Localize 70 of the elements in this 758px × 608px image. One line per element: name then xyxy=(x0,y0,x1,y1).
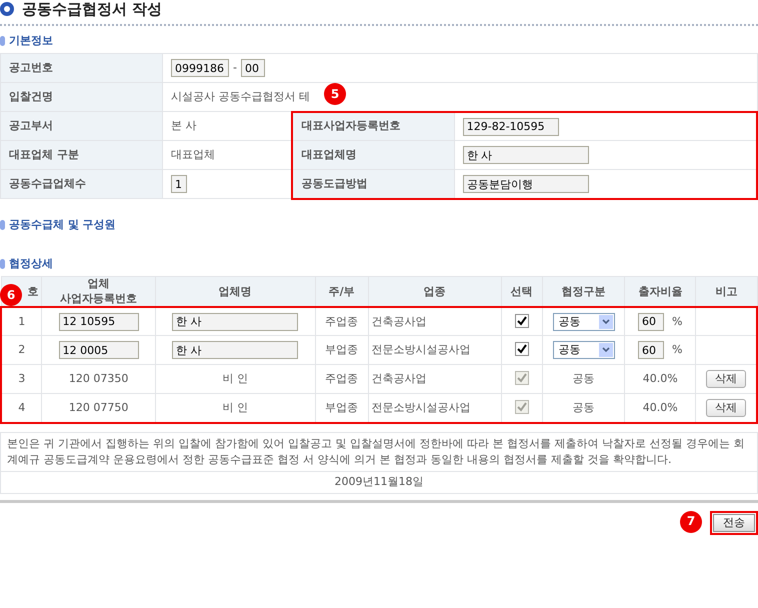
column-header: 업체 사업자등록번호 xyxy=(42,276,156,307)
table-cell: 2 xyxy=(1,336,42,365)
section-heading: 공동수급체 및 구성원 xyxy=(9,218,116,232)
type-dropdown[interactable]: 공동 xyxy=(552,312,615,331)
bullet-icon xyxy=(0,259,5,270)
callout-badge: 5 xyxy=(324,83,346,106)
field-label: 공동도급방법 xyxy=(292,170,454,199)
table-cell: 1 xyxy=(1,306,42,336)
input-field[interactable]: 129-82-10595 xyxy=(462,118,559,136)
field-label: 공고번호 xyxy=(0,54,162,83)
field-label: 입찰건명 xyxy=(0,82,162,112)
column-header: 업체명 xyxy=(155,276,316,307)
column-header: 업종 xyxy=(368,276,502,307)
table-cell: 40.0% xyxy=(624,364,696,394)
field-label: 대표업체명 xyxy=(292,140,454,170)
checkbox[interactable] xyxy=(514,314,529,328)
table-cell: 40.0% xyxy=(624,394,696,423)
input-field[interactable]: 공동분담이행 xyxy=(462,175,589,194)
input-field[interactable]: 60 xyxy=(638,341,664,360)
input-field[interactable]: 12 10595 xyxy=(58,312,139,331)
input-field[interactable]: 한 사 xyxy=(172,341,298,360)
input-field[interactable]: 0999186 xyxy=(171,59,229,78)
column-header: 비고 xyxy=(696,276,757,307)
column-header: 출자비율 xyxy=(624,276,696,307)
caret-icon xyxy=(602,347,610,354)
bullet-icon xyxy=(0,36,5,46)
input-field[interactable]: 00 xyxy=(240,59,265,78)
submit-button[interactable]: 전송 xyxy=(713,514,755,532)
input-field[interactable]: 12 0005 xyxy=(58,341,139,360)
caret-icon xyxy=(602,318,610,325)
section-heading: 기본정보 xyxy=(9,34,53,48)
field-label: 대표사업자등록번호 xyxy=(292,112,454,141)
table-cell: 비 인 xyxy=(155,364,316,394)
table-cell: 120 07350 xyxy=(42,364,156,394)
table-cell: 건축공사업 xyxy=(368,364,502,394)
column-header: 주/부 xyxy=(315,276,368,307)
checkbox[interactable] xyxy=(514,342,529,356)
unit-text: % xyxy=(672,314,682,329)
input-field[interactable]: 1 xyxy=(171,175,187,194)
table-cell: 부업종 xyxy=(315,394,368,423)
page-title: 공동수급협정서 작성 xyxy=(22,0,162,18)
table-cell: 공동 xyxy=(542,394,625,423)
table-cell: 건축공사업 xyxy=(368,306,502,336)
separator-text: - xyxy=(233,61,237,76)
bullet-icon xyxy=(0,2,14,16)
column-header: 협정구분 xyxy=(542,276,625,307)
table-cell: 120 07750 xyxy=(42,394,156,423)
type-dropdown[interactable]: 공동 xyxy=(552,341,615,360)
section-heading: 협정상세 xyxy=(9,257,53,272)
table-cell: 공동 xyxy=(542,364,625,394)
column-header: 선택 xyxy=(501,276,542,307)
table-cell: 부업종 xyxy=(315,336,368,365)
pledge-text: 본인은 귀 기관에서 집행하는 위의 입찰에 참가함에 있어 입찰공고 및 입찰설명서에 정한바에 따라 본 협정서를 제출하여 낙찰자로 선정될 경우에는 회계예규 공동도급계약 운용요령에서 정한 공동수급표준 협정 서 양식에 의거 본 협정과 동일한 내용의 협정서를 제출할 것을 확약합니다. xyxy=(1,432,757,472)
field-label: 대표업체 구분 xyxy=(0,140,162,170)
table-cell: 전문소방시설공사업 xyxy=(368,394,502,423)
table-cell: 4 xyxy=(1,394,42,423)
date-text: 2009년11월18일 xyxy=(334,474,424,490)
callout-badge: 7 xyxy=(680,511,702,534)
table-cell: 주업종 xyxy=(315,364,368,394)
input-field[interactable]: 60 xyxy=(638,312,664,331)
field-label: 공고부서 xyxy=(0,112,162,141)
table-cell: 주업종 xyxy=(315,306,368,336)
field-label: 공동수급업체수 xyxy=(0,170,162,199)
input-field[interactable]: 한 사 xyxy=(462,146,589,164)
table-cell: 비 인 xyxy=(155,394,316,423)
table-cell: 3 xyxy=(1,364,42,394)
unit-text: % xyxy=(672,343,682,358)
table-cell: 전문소방시설공사업 xyxy=(368,336,502,365)
bullet-icon xyxy=(0,220,5,230)
input-field[interactable]: 한 사 xyxy=(172,312,298,331)
